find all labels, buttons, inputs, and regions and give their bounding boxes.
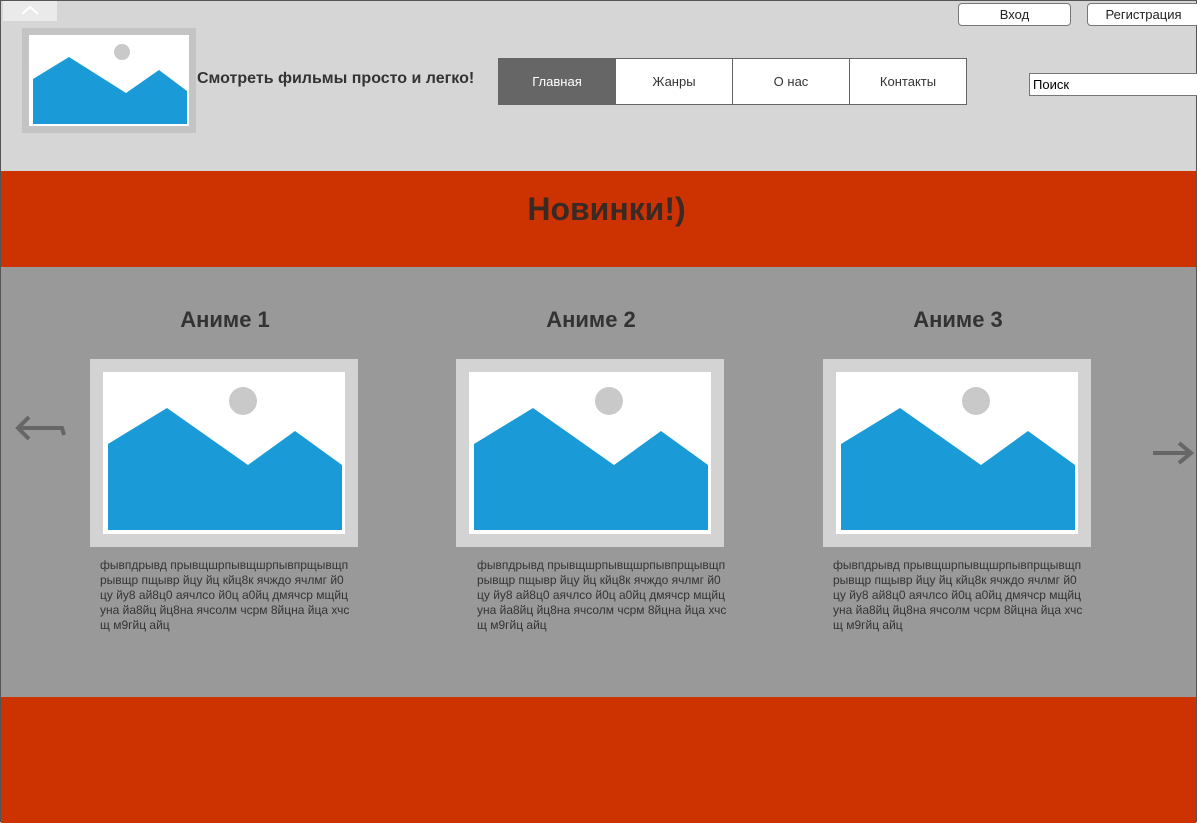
new-releases-banner: Новинки!): [1, 171, 1196, 267]
arrow-right-icon[interactable]: [1151, 440, 1195, 466]
nav-item-genres[interactable]: Жанры: [615, 58, 733, 105]
card-image[interactable]: [456, 359, 724, 547]
card-image[interactable]: [90, 359, 358, 547]
header: Смотреть фильмы просто и легко! Главная …: [1, 1, 1197, 171]
register-button[interactable]: Регистрация: [1087, 3, 1197, 26]
logo[interactable]: [22, 28, 196, 133]
search-input[interactable]: [1029, 73, 1197, 96]
card-image[interactable]: [823, 359, 1091, 547]
card-description: фывпдрывд прывщшрпывщшрпывпрщывщпрывщр п…: [477, 558, 727, 632]
main-nav: Главная Жанры О нас Контакты: [498, 58, 967, 105]
card-title: Аниме 2: [546, 307, 636, 332]
nav-item-home[interactable]: Главная: [498, 58, 616, 105]
site-title: Смотреть фильмы просто и легко!: [197, 70, 475, 87]
banner-title: Новинки!): [527, 190, 686, 227]
anime-carousel: Аниме 1 фывпдрывд прывщшрпывщшрпывпрщывщ…: [1, 267, 1196, 697]
nav-item-about[interactable]: О нас: [732, 58, 850, 105]
login-button[interactable]: Вход: [958, 3, 1071, 26]
image-placeholder-icon: [474, 387, 708, 530]
arrow-left-icon[interactable]: [14, 415, 66, 441]
collapse-toggle[interactable]: [3, 1, 57, 21]
footer: [1, 697, 1196, 823]
card-description: фывпдрывд прывщшрпывщшрпывпрщывщпрывщр п…: [833, 558, 1083, 632]
image-placeholder-icon: [33, 44, 187, 124]
card-title: Аниме 1: [180, 307, 270, 332]
image-placeholder-icon: [108, 387, 342, 530]
chevron-up-icon: [21, 5, 39, 15]
card-description: фывпдрывд прывщшрпывщшрпывпрщывщпрывщр п…: [100, 558, 350, 632]
card-title: Аниме 3: [913, 307, 1003, 332]
nav-item-contacts[interactable]: Контакты: [849, 58, 967, 105]
image-placeholder-icon: [841, 387, 1075, 530]
